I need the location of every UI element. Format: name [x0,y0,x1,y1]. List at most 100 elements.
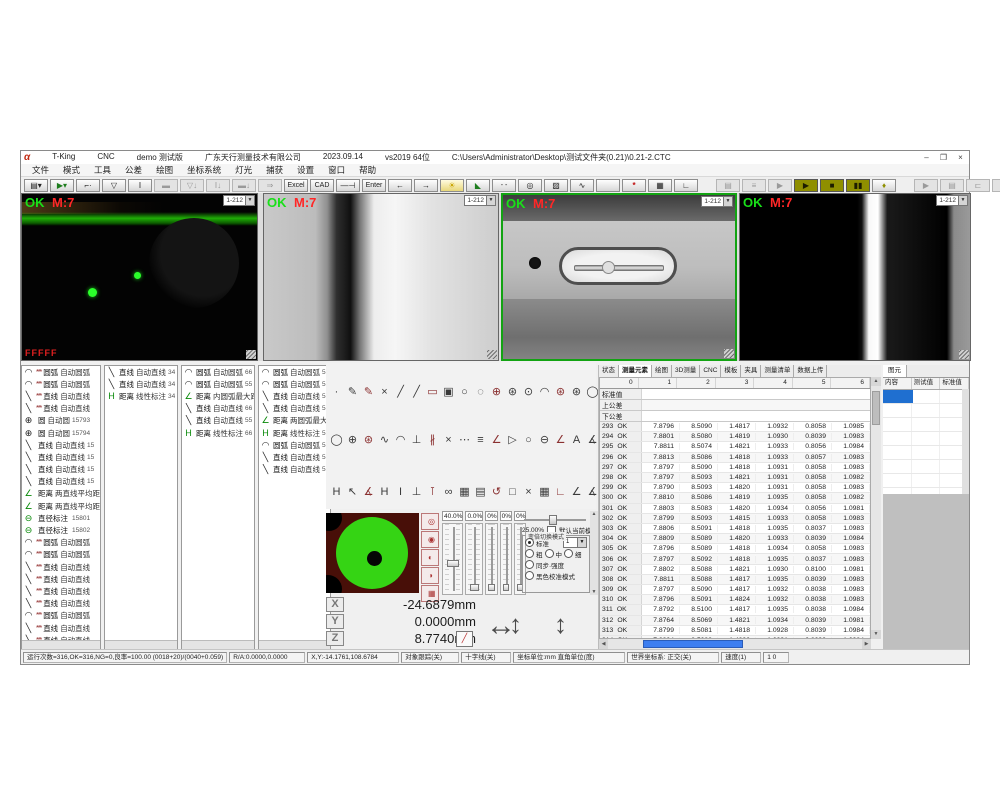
feature-item[interactable]: ◠ *** 圆弧 自动圆弧 [22,378,100,390]
grid-column-header[interactable]: 6 [831,378,870,388]
feature-item[interactable]: ∠ 距离 内圆弧最大距 [182,390,254,402]
table-row[interactable]: 302OK 7.8799 8.5093 1.4815 1.0933 0.8058… [600,514,870,524]
measure-tool-icon[interactable]: ∿ [378,433,391,447]
light-slider-track[interactable] [442,523,463,595]
light-slider-track[interactable] [500,523,512,595]
measure-tool-icon[interactable]: · [330,385,343,399]
feature-item[interactable]: ⊖ 直径标注 15801 [22,512,100,524]
menu-item[interactable]: 公差 [118,164,149,176]
toolbar-button[interactable]: ▤ [940,179,964,192]
toolbar-button[interactable]: I↓ [206,179,230,192]
measure-tool-icon[interactable]: ∠ [570,485,583,499]
menu-item[interactable]: 捕获 [259,164,290,176]
window-control-button[interactable]: – [918,152,935,164]
scroll-left-icon[interactable]: ◀ [599,639,608,649]
menu-item[interactable]: 绘图 [149,164,180,176]
camera-view-3-selected[interactable]: OK M:7 1-212▼ [501,193,737,361]
toolbar-button[interactable]: ▶ [768,179,792,192]
toolbar-button[interactable]: ■ [820,179,844,192]
toolbar-button[interactable] [596,179,620,192]
feature-item[interactable]: ◠ 圆弧 自动圆弧 55 [182,378,254,390]
menu-item[interactable]: 文件 [25,164,56,176]
slider-thumb[interactable] [470,584,479,591]
measure-tool-icon[interactable]: ✎ [346,385,359,399]
toolbar-button[interactable]: ▮▮ [846,179,870,192]
feature-item[interactable]: ╲ *** 直线 自动直线 [22,585,100,597]
toolbar-button[interactable]: ◣ [466,179,490,192]
table-row[interactable]: 311OK 7.8792 8.5100 1.4817 1.0935 0.8038… [600,605,870,615]
feature-item[interactable]: ╲ 直线 自动直线 55 [182,415,254,427]
table-row[interactable]: 312OK 7.8764 8.5069 1.4821 1.0934 0.8039… [600,616,870,626]
feature-item[interactable]: ◠ 圆弧 自动圆弧 55 [259,439,330,451]
diagonal-jog-button[interactable]: ╱ [456,631,473,647]
resize-grip-icon[interactable] [959,350,969,359]
table-tab[interactable]: 数据上传 [794,365,827,377]
feature-item[interactable]: ╲ 直线 自动直线 55 [259,451,330,463]
feature-item[interactable]: ∠ 距离 两圆弧最大距 [259,415,330,427]
measure-tool-icon[interactable]: ▷ [506,433,519,447]
table-tab[interactable]: 模板 [721,365,741,377]
window-control-button[interactable]: ❐ [935,152,952,164]
scroll-down-icon[interactable]: ▼ [871,630,881,639]
measure-tool-icon[interactable]: ⊛ [554,385,567,399]
feature-item[interactable]: ╲ 直线 自动直线 34 [105,366,177,378]
feature-item[interactable]: ╲ *** 直线 自动直线 [22,403,100,415]
light-segment-icon[interactable]: ◉ [421,531,439,548]
radio-button[interactable] [525,560,534,569]
measure-tool-icon[interactable]: × [378,385,391,399]
radio-button[interactable] [564,549,573,558]
toolbar-button[interactable]: ☀ [440,179,464,192]
table-horizontal-scrollbar[interactable]: ◀ ▶ [599,639,871,649]
light-segment-icon[interactable]: ◐ [421,549,439,566]
measure-tool-icon[interactable]: H [378,485,391,499]
feature-item[interactable]: ⊕ 圆 自动圆 15794 [22,427,100,439]
toolbar-button[interactable]: * [622,179,646,192]
toolbar-button[interactable]: ∿ [570,179,594,192]
grid-column-header[interactable]: 2 [677,378,716,388]
measure-tool-icon[interactable]: □ [506,485,519,499]
feature-item[interactable]: ╲ 直线 自动直线 15 [22,476,100,488]
mode-scrollbar[interactable]: ▲▼ [590,511,598,595]
table-row[interactable]: 313OK 7.8799 8.5081 1.4818 1.0928 0.8039… [600,626,870,636]
resize-grip-icon[interactable] [487,350,497,359]
table-row[interactable]: 303OK 7.8806 8.5091 1.4818 1.0935 0.8037… [600,524,870,534]
menu-item[interactable]: 坐标系统 [180,164,228,176]
radio-button[interactable] [545,549,554,558]
measure-tool-icon[interactable]: ∠ [490,433,503,447]
menu-item[interactable]: 工具 [87,164,118,176]
camera4-select-combo[interactable]: 1-212▼ [936,195,968,206]
table-tab[interactable]: 测量元素 [619,365,652,377]
camera-view-4[interactable]: OK M:7 1-212▼ [739,193,971,361]
grid-column-header[interactable]: 0 [600,378,639,388]
measure-tool-icon[interactable]: × [522,485,535,499]
toolbar-button[interactable]: ⌐· [76,179,100,192]
menu-item[interactable]: 灯光 [228,164,259,176]
measure-tool-icon[interactable]: ∟ [554,485,567,499]
toolbar-button[interactable]: → [414,179,438,192]
zoom-slider[interactable] [524,515,586,523]
feature-item[interactable]: ◠ *** 圆弧 自动圆弧 [22,549,100,561]
feature-item[interactable]: ╲ *** 直线 自动直线 [22,622,100,634]
measure-tool-icon[interactable]: ↖ [346,485,359,499]
measure-tool-icon[interactable]: ≡ [474,433,487,447]
measure-tool-icon[interactable]: ⊛ [506,385,519,399]
table-row[interactable]: 下公差 [600,411,870,422]
toolbar-button[interactable]: ♦ [872,179,896,192]
feature-item[interactable]: ╲ *** 直线 自动直线 [22,634,100,646]
feature-item[interactable]: ╲ 直线 自动直线 15 [22,439,100,451]
table-row[interactable]: 上公差 [600,400,870,411]
toolbar-button[interactable]: Excel [284,179,308,192]
measure-tool-icon[interactable]: ⊛ [570,385,583,399]
toolbar-button[interactable]: Enter [362,179,386,192]
measure-tool-icon[interactable]: ⊛ [362,433,375,447]
toolbar-button[interactable]: ▤▾ [24,179,48,192]
feature-item[interactable]: ╲ 直线 自动直线 15 [22,464,100,476]
table-tab[interactable]: 3D测量 [672,365,700,377]
feature-item[interactable]: ╲ 直线 自动直线 15 [22,451,100,463]
camera-view-1[interactable]: OK M:7 1-212▼ FFFFF [21,193,258,361]
toolbar-button[interactable]: × [992,179,1000,192]
feature-item[interactable]: ╲ 直线 自动直线 55 [259,390,330,402]
measure-tool-icon[interactable]: ○ [522,433,535,447]
measure-tool-icon[interactable]: ↺ [490,485,503,499]
table-row[interactable]: 310OK 7.8796 8.5091 1.4824 1.0932 0.8038… [600,595,870,605]
